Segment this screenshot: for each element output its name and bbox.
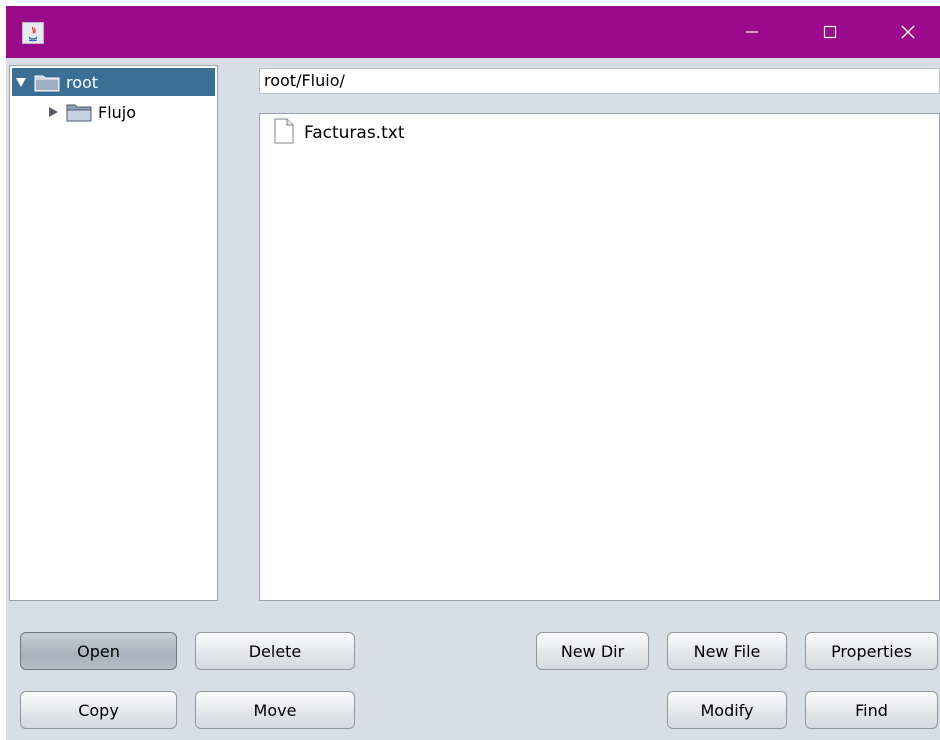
tree-item-flujo[interactable]: Flujo — [46, 98, 136, 126]
new-file-button[interactable]: New File — [667, 632, 787, 670]
tree-item-label: Flujo — [98, 102, 137, 122]
expanded-arrow-icon[interactable] — [14, 75, 28, 89]
folder-icon — [34, 72, 60, 92]
directory-tree[interactable]: root Flujo — [9, 65, 218, 601]
title-bar[interactable] — [6, 6, 940, 58]
move-button[interactable]: Move — [195, 691, 355, 729]
app-window: root Flujo root/Fluio/ Facturas.txt Open… — [0, 0, 940, 740]
delete-button[interactable]: Delete — [195, 632, 355, 670]
properties-button[interactable]: Properties — [805, 632, 938, 670]
path-input[interactable]: root/Fluio/ — [259, 68, 940, 94]
maximize-icon — [823, 25, 837, 39]
tree-item-root[interactable]: root — [12, 68, 215, 96]
minimize-button[interactable] — [722, 6, 782, 58]
main-content: root Flujo root/Fluio/ Facturas.txt Open… — [6, 58, 940, 740]
collapsed-arrow-icon[interactable] — [46, 105, 60, 119]
java-app-icon — [22, 22, 44, 44]
folder-icon — [66, 102, 92, 122]
find-button[interactable]: Find — [805, 691, 938, 729]
minimize-icon — [746, 31, 758, 33]
list-item[interactable]: Facturas.txt — [274, 118, 404, 148]
open-button[interactable]: Open — [20, 632, 177, 670]
close-icon — [901, 25, 915, 39]
new-dir-button[interactable]: New Dir — [536, 632, 649, 670]
text-file-icon — [274, 118, 294, 148]
modify-button[interactable]: Modify — [667, 691, 787, 729]
copy-button[interactable]: Copy — [20, 691, 177, 729]
close-button[interactable] — [878, 6, 938, 58]
file-name: Facturas.txt — [304, 123, 405, 143]
tree-item-label: root — [66, 72, 99, 92]
file-list[interactable]: Facturas.txt — [259, 113, 940, 601]
maximize-button[interactable] — [800, 6, 860, 58]
